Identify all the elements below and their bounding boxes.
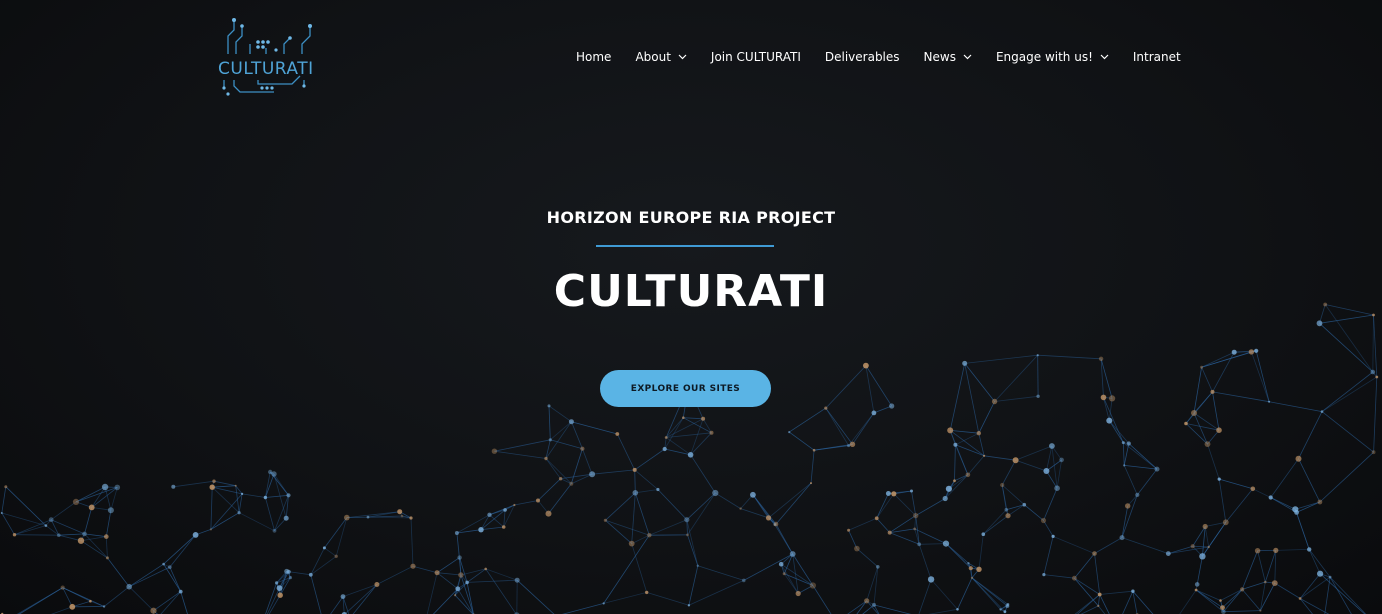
logo-text: CULTURATI	[218, 59, 314, 79]
nav-intranet-label: Intranet	[1132, 50, 1181, 64]
hero-subtitle: HORIZON EUROPE RIA PROJECT	[546, 208, 836, 227]
network-nodes	[0, 302, 1379, 614]
chevron-down-icon	[963, 54, 972, 60]
nav-about-label: About	[635, 50, 671, 64]
nav-home[interactable]: Home	[576, 50, 611, 64]
hero-divider	[596, 245, 774, 247]
nav-engage-label: Engage with us!	[995, 50, 1093, 64]
nav-intranet[interactable]: Intranet	[1133, 50, 1181, 64]
nav-join-label: Join CULTURATI	[710, 50, 801, 64]
explore-sites-button[interactable]: EXPLORE OUR SITES	[600, 370, 771, 407]
chevron-down-icon	[678, 54, 687, 60]
nav-home-label: Home	[576, 50, 612, 64]
nav-news-label: News	[923, 50, 956, 64]
nav-engage[interactable]: Engage with us!	[996, 50, 1109, 64]
network-lines	[1, 304, 1378, 614]
nav-news[interactable]: News	[924, 50, 972, 64]
nav-deliverables-label: Deliverables	[824, 50, 900, 64]
chevron-down-icon	[1100, 54, 1109, 60]
hero-title: CULTURATI	[553, 266, 829, 317]
nav-about[interactable]: About	[635, 50, 687, 64]
nav-deliverables[interactable]: Deliverables	[825, 50, 900, 64]
circuit-board-logo-icon	[222, 18, 312, 96]
nav-join[interactable]: Join CULTURATI	[711, 50, 801, 64]
main-navigation: Home About Join CULTURATI Deliverables N…	[576, 47, 1181, 67]
page: CULTURATI Home About Join CULTURATI Deli…	[0, 0, 1382, 614]
site-logo[interactable]: CULTURATI	[214, 14, 324, 98]
